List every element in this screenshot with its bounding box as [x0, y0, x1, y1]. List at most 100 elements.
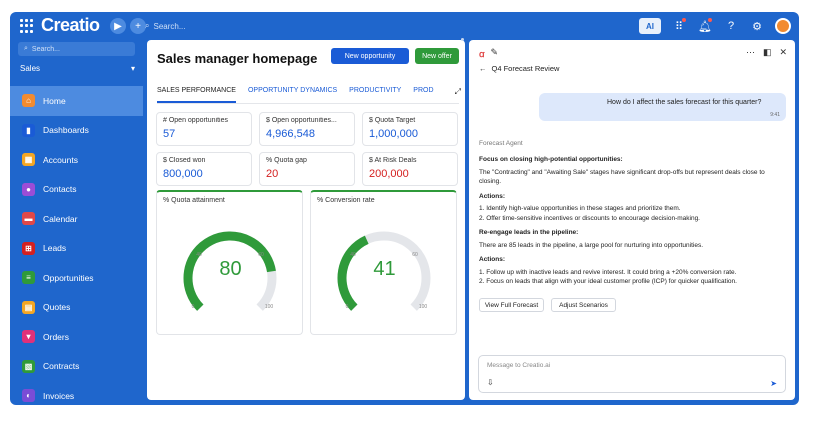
invoices-icon: ◐ [22, 389, 35, 403]
agent-message: Focus on closing high-potential opportun… [479, 155, 787, 292]
sidebar-item-calendar[interactable]: ▬ Calendar [10, 204, 143, 234]
agent-action-item: 2. Focus on leads that align with your i… [479, 278, 737, 285]
kpi-card[interactable]: # Open opportunities 57 [156, 112, 252, 146]
sidebar-item-invoices[interactable]: ◐ Invoices [10, 381, 143, 405]
app-launcher-icon[interactable] [20, 19, 34, 33]
kpi-label: % Quota gap [266, 157, 307, 164]
agent-paragraph-1: The "Contracting" and "Awaiting Sale" st… [479, 168, 765, 186]
agent-heading-2: Re-engage leads in the pipeline: [479, 229, 579, 236]
gauge-value: 41 [373, 258, 396, 280]
sidebar-item-label: Orders [43, 331, 69, 342]
sidebar-item-leads[interactable]: ⊞ Leads [10, 234, 143, 264]
dashboard-tabs: SALES PERFORMANCE OPPORTUNITY DYNAMICS PRO… [157, 84, 459, 104]
edit-icon[interactable]: ✎ [491, 47, 499, 60]
apps-icon[interactable]: ⠿ [671, 18, 687, 34]
gauge-tick-label: 100 [265, 304, 274, 310]
page-title: Sales manager homepage [157, 51, 318, 66]
sidebar-item-label: Leads [43, 243, 67, 254]
new-opportunity-button[interactable]: New opportunity [331, 48, 409, 64]
kpi-value: 1,000,000 [369, 128, 418, 140]
orders-icon: ▾ [22, 330, 35, 344]
quotes-icon: ▤ [22, 300, 35, 314]
ai-assistant-panel: ꭤ ✎ ⋯ ◧ ✕ ← Q4 Forecast Review How do I … [469, 40, 795, 400]
workspace-selector[interactable]: Sales ▾ [20, 64, 135, 73]
gauge-card[interactable]: % Conversion rate 0 40 60 100 41 [310, 190, 457, 335]
send-icon[interactable]: ➤ [770, 379, 777, 388]
kpi-label: $ At Risk Deals [369, 157, 417, 164]
sidebar-item-label: Home [43, 95, 66, 106]
more-icon[interactable]: ⋯ [746, 47, 755, 58]
sidebar-item-dashboards[interactable]: ▮ Dashboards [10, 116, 143, 146]
accounts-icon: ▦ [22, 153, 35, 167]
sidebar: ⌕ Search... Sales ▾ ⌂ Home ▮ Dashboards ▦ Acc… [10, 40, 143, 405]
sidebar-item-home[interactable]: ⌂ Home [10, 86, 143, 116]
sidebar-item-contacts[interactable]: ● Contacts [10, 175, 143, 205]
expand-icon[interactable]: ⤢ [455, 87, 461, 97]
play-icon[interactable]: ▶ [110, 18, 126, 34]
avatar[interactable] [775, 18, 791, 34]
kpi-card[interactable]: $ Open opportunities... 4,966,548 [259, 112, 355, 146]
kpi-card[interactable]: $ Quota Target 1,000,000 [362, 112, 458, 146]
kpi-label: $ Open opportunities... [266, 117, 337, 124]
add-icon[interactable]: + [130, 18, 146, 34]
main-panel: Sales manager homepage New opportunity N… [147, 40, 465, 400]
sidebar-item-orders[interactable]: ▾ Orders [10, 322, 143, 352]
sidebar-item-accounts[interactable]: ▦ Accounts [10, 145, 143, 175]
creatio-ai-icon: ꭤ [479, 49, 485, 59]
tab-opportunity-dynamics[interactable]: OPPORTUNITY DYNAMICS [248, 84, 337, 103]
leads-icon: ⊞ [22, 241, 35, 255]
gauge-label: % Quota attainment [163, 197, 225, 204]
assistant-header-icons: ꭤ ✎ [479, 47, 498, 60]
agent-action-item: 1. Follow up with inactive leads and rev… [479, 268, 737, 276]
gauge-tick-label: 100 [419, 304, 428, 310]
top-icons: AI ⠿ 🔔︎ ? ⚙ [639, 17, 791, 35]
kpi-grid: # Open opportunities 57 $ Open opportuniti… [156, 112, 458, 186]
new-offer-button[interactable]: New offer [415, 48, 459, 64]
search-icon: ⌕ [145, 21, 150, 30]
back-arrow-icon[interactable]: ← [479, 64, 487, 73]
home-icon: ⌂ [22, 94, 35, 108]
kpi-card[interactable]: % Quota gap 20 [259, 152, 355, 186]
sidebar-item-label: Opportunities [43, 272, 94, 283]
contracts-icon: ▧ [22, 359, 35, 373]
message-time: 9:41 [770, 112, 780, 118]
sidebar-search-input[interactable]: ⌕ Search... [18, 42, 135, 56]
kpi-label: $ Closed won [163, 157, 206, 164]
view-full-forecast-button[interactable]: View Full Forecast [479, 298, 544, 312]
gear-icon[interactable]: ⚙ [749, 18, 765, 34]
tab-sales-performance[interactable]: SALES PERFORMANCE [157, 84, 236, 103]
kpi-value: 200,000 [369, 168, 409, 180]
contacts-icon: ● [22, 182, 35, 196]
tab-prod[interactable]: PROD [413, 84, 433, 103]
close-icon[interactable]: ✕ [779, 47, 787, 58]
gauge-card[interactable]: % Quota attainment 0 40 60 100 80 [156, 190, 303, 335]
sidebar-item-opportunities[interactable]: ≡ Opportunities [10, 263, 143, 293]
top-search-input[interactable]: ⌕ Search... [145, 18, 205, 34]
adjust-scenarios-button[interactable]: Adjust Scenarios [551, 298, 616, 312]
sidebar-item-contracts[interactable]: ▧ Contracts [10, 352, 143, 382]
agent-name: Forecast Agent [479, 140, 523, 147]
tab-productivity[interactable]: PRODUCTIVITY [349, 84, 401, 103]
dock-icon[interactable]: ◧ [763, 47, 772, 58]
help-icon[interactable]: ? [723, 18, 739, 34]
kpi-card[interactable]: $ At Risk Deals 200,000 [362, 152, 458, 186]
kpi-label: $ Quota Target [369, 117, 416, 124]
message-input[interactable]: Message to Creatio.ai ⇩ ➤ [478, 355, 786, 393]
agent-action-item: 1. Identify high-value opportunities in … [479, 205, 681, 212]
app-window: Creatio ▶ + ⌕ Search... AI ⠿ 🔔︎ ? ⚙ ⌕ Se… [10, 12, 799, 405]
agent-heading-1: Focus on closing high-potential opportun… [479, 156, 623, 163]
sidebar-item-label: Accounts [43, 154, 78, 165]
kpi-card[interactable]: $ Closed won 800,000 [156, 152, 252, 186]
gauge-label: % Conversion rate [317, 197, 375, 204]
conversation-title[interactable]: ← Q4 Forecast Review [479, 64, 559, 73]
agent-action-item: 2. Offer time-sensitive incentives or di… [479, 214, 700, 222]
gauge-value: 80 [219, 258, 242, 280]
sidebar-item-quotes[interactable]: ▤ Quotes [10, 293, 143, 323]
panel-splitter[interactable] [461, 38, 464, 41]
dashboards-icon: ▮ [22, 123, 35, 137]
user-message: How do I affect the sales forecast for t… [539, 93, 786, 121]
ai-button[interactable]: AI [639, 18, 661, 34]
sidebar-item-label: Quotes [43, 302, 71, 313]
attach-icon[interactable]: ⇩ [487, 378, 494, 387]
bell-icon[interactable]: 🔔︎ [697, 18, 713, 34]
